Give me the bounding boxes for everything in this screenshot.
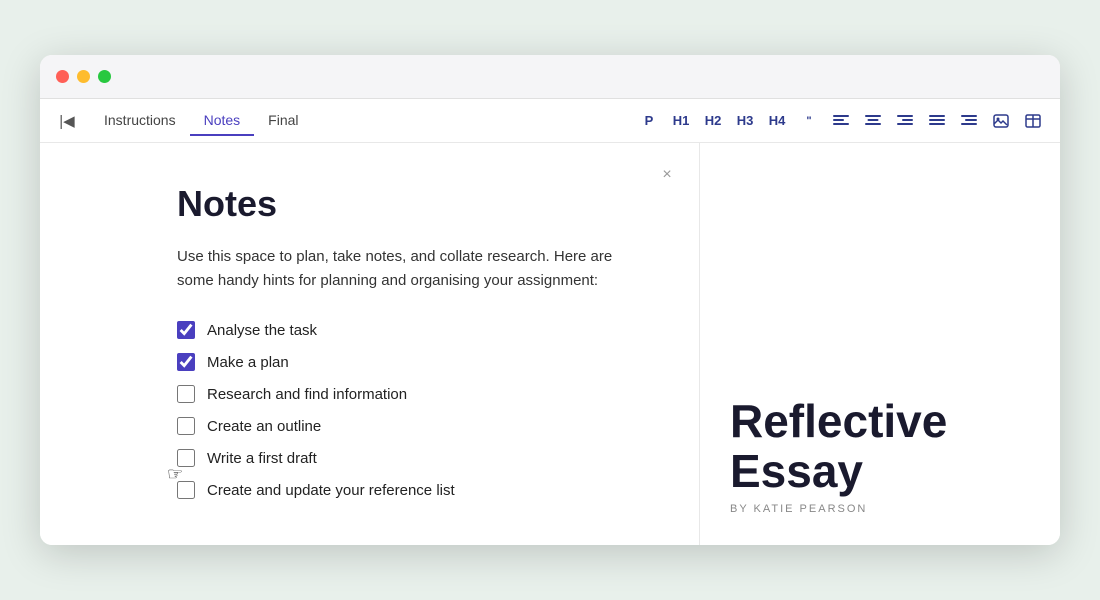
main-area: × Notes Use this space to plan, take not… bbox=[40, 143, 1060, 545]
checklist-item: Research and find information bbox=[177, 385, 649, 403]
notes-title: Notes bbox=[177, 183, 649, 225]
checklist-checkbox-4[interactable] bbox=[177, 417, 195, 435]
right-panel: Reflective Essay BY KATIE PEARSON bbox=[700, 143, 1060, 545]
format-h1[interactable]: H1 bbox=[666, 106, 696, 136]
format-align-left[interactable] bbox=[826, 106, 856, 136]
format-h3[interactable]: H3 bbox=[730, 106, 760, 136]
checklist-item: Make a plan bbox=[177, 353, 649, 371]
minimize-button[interactable] bbox=[77, 70, 90, 83]
checklist-label-3[interactable]: Research and find information bbox=[207, 386, 407, 403]
format-align-center[interactable] bbox=[858, 106, 888, 136]
reflective-essay-title: Reflective Essay bbox=[730, 396, 1030, 497]
notes-description: Use this space to plan, take notes, and … bbox=[177, 245, 649, 293]
checklist-label-4[interactable]: Create an outline bbox=[207, 418, 321, 435]
collapse-icon: |◀ bbox=[59, 112, 74, 130]
app-window: |◀ Instructions Notes Final P H1 H2 H3 H… bbox=[40, 55, 1060, 545]
format-h2[interactable]: H2 bbox=[698, 106, 728, 136]
checklist-checkbox-2[interactable] bbox=[177, 353, 195, 371]
checklist-checkbox-3[interactable] bbox=[177, 385, 195, 403]
checklist-label-1[interactable]: Analyse the task bbox=[207, 322, 317, 339]
format-align-justify[interactable] bbox=[922, 106, 952, 136]
checklist-item: Write a first draft ☞ bbox=[177, 449, 649, 467]
tab-navigation: Instructions Notes Final bbox=[90, 106, 313, 136]
traffic-lights bbox=[56, 70, 111, 83]
format-h4[interactable]: H4 bbox=[762, 106, 792, 136]
close-notes-button[interactable]: × bbox=[655, 163, 679, 187]
checklist-checkbox-6[interactable] bbox=[177, 481, 195, 499]
format-align-right[interactable] bbox=[890, 106, 920, 136]
checklist-checkbox-1[interactable] bbox=[177, 321, 195, 339]
format-indent[interactable] bbox=[954, 106, 984, 136]
checklist-label-6[interactable]: Create and update your reference list bbox=[207, 482, 455, 499]
format-group: P H1 H2 H3 H4 " bbox=[634, 106, 1048, 136]
toolbar: |◀ Instructions Notes Final P H1 H2 H3 H… bbox=[40, 99, 1060, 143]
checklist-checkbox-5[interactable] bbox=[177, 449, 195, 467]
insert-image-button[interactable] bbox=[986, 106, 1016, 136]
checklist-item: Analyse the task bbox=[177, 321, 649, 339]
fullscreen-button[interactable] bbox=[98, 70, 111, 83]
format-blockquote[interactable]: " bbox=[794, 106, 824, 136]
insert-table-button[interactable] bbox=[1018, 106, 1048, 136]
collapse-sidebar-button[interactable]: |◀ bbox=[52, 106, 82, 136]
notes-panel: × Notes Use this space to plan, take not… bbox=[40, 143, 700, 545]
checklist-label-5[interactable]: Write a first draft bbox=[207, 450, 317, 467]
checklist: Analyse the task Make a plan Research an… bbox=[177, 321, 649, 499]
close-button[interactable] bbox=[56, 70, 69, 83]
reflective-essay-byline: BY KATIE PEARSON bbox=[730, 503, 1030, 515]
checklist-item: Create an outline bbox=[177, 417, 649, 435]
tab-notes[interactable]: Notes bbox=[190, 106, 255, 136]
format-paragraph[interactable]: P bbox=[634, 106, 664, 136]
tab-final[interactable]: Final bbox=[254, 106, 312, 136]
checklist-item: Create and update your reference list bbox=[177, 481, 649, 499]
tab-instructions[interactable]: Instructions bbox=[90, 106, 190, 136]
title-bar bbox=[40, 55, 1060, 99]
checklist-label-2[interactable]: Make a plan bbox=[207, 354, 289, 371]
